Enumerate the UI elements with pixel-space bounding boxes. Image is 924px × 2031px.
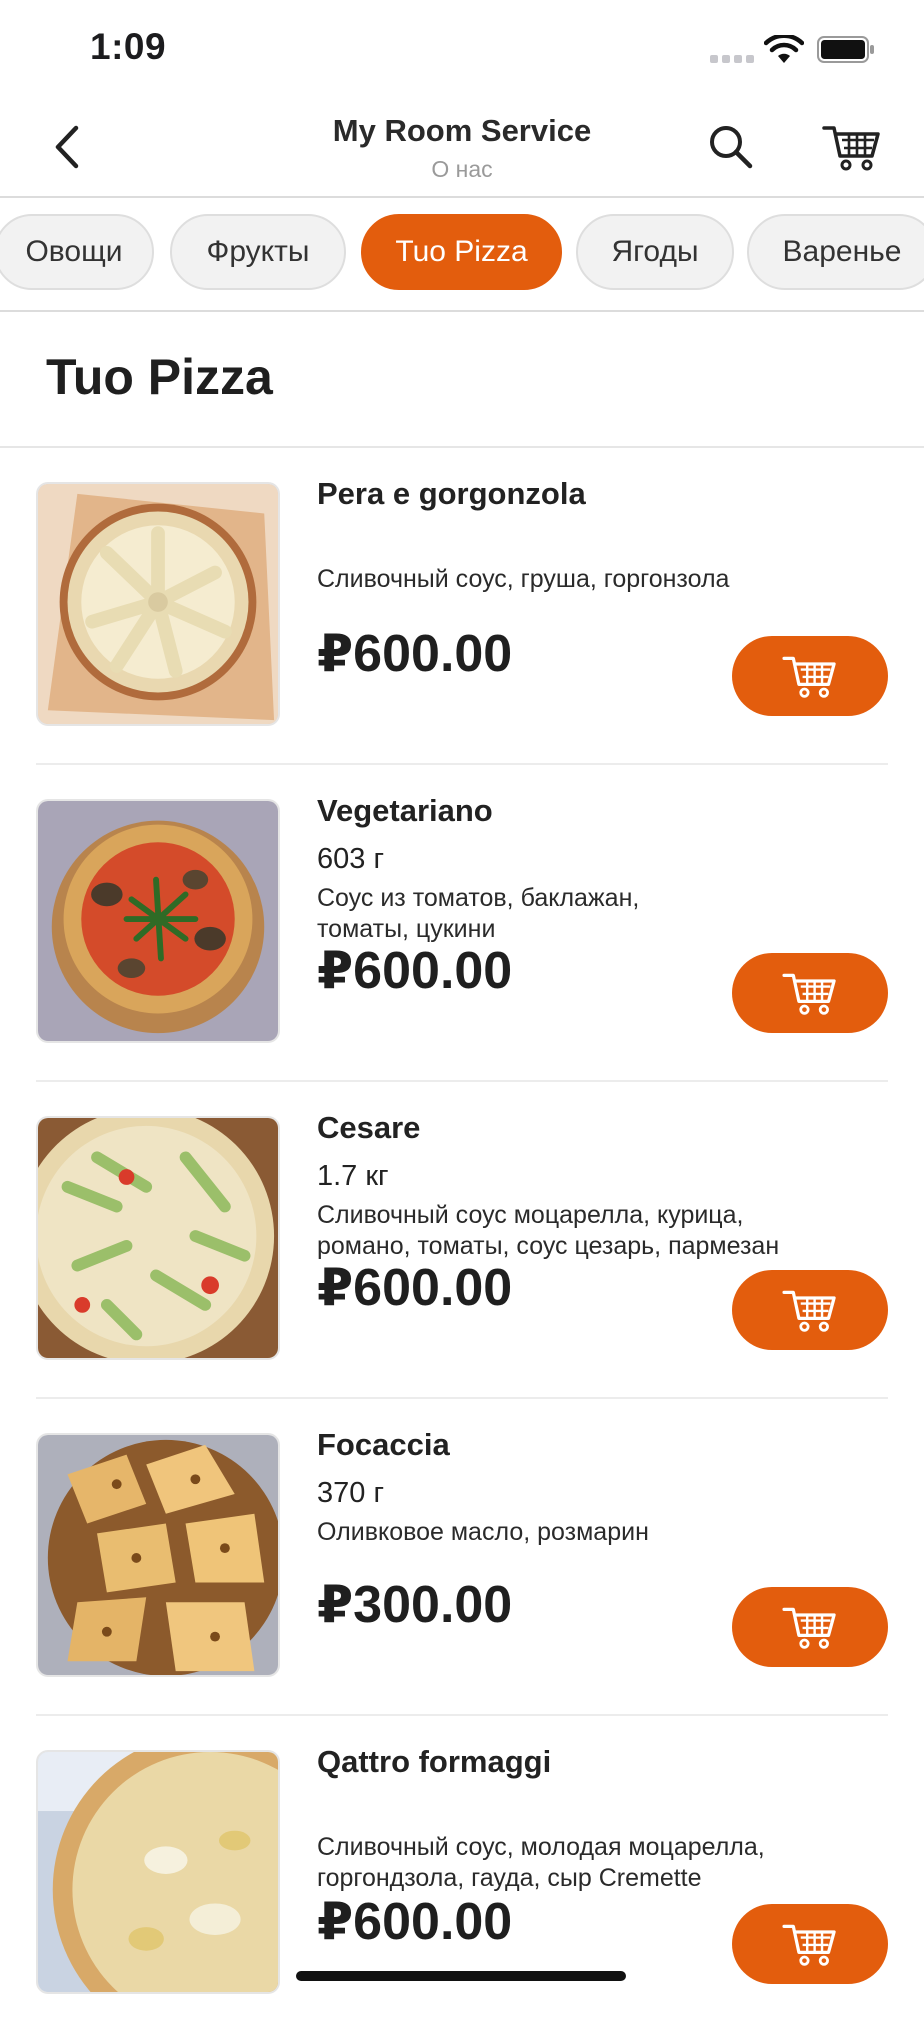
product-name: Focaccia [317,1427,450,1462]
product-name: Vegetariano [317,793,493,828]
product-card[interactable]: Cesare 1.7 кг Сливочный соус моцарелла, … [36,1080,888,1399]
page-title: My Room Service [332,113,592,148]
product-price: ₽600.00 [317,1259,513,1317]
product-description: Сливочный соус, груша, горгонзола [317,565,730,593]
product-name: Cesare [317,1110,421,1145]
product-image [36,1750,280,1994]
product-card[interactable]: Qattro formaggi Сливочный соус, молодая … [36,1714,888,2031]
status-bar: 1:09 [0,0,924,100]
product-price: ₽600.00 [317,942,513,1000]
section-title: Tuo Pizza [46,349,273,405]
category-chip-jam[interactable]: Варенье [747,214,924,290]
product-card[interactable]: Pera e gorgonzola Сливочный соус, груша,… [36,446,888,765]
category-tabs: Овощи Фрукты Tuo Pizza Ягоды Варенье [0,196,924,312]
cart-icon [782,1924,836,1966]
product-description: Соус из томатов, баклажан, томаты, цукин… [317,884,640,943]
product-description: Сливочный соус моцарелла, курица, романо… [317,1201,780,1260]
navigation-bar: My Room Service О нас [0,100,924,198]
category-chip-berries[interactable]: Ягоды [576,214,734,290]
add-to-cart-button[interactable] [732,1270,888,1350]
product-weight: 370 г [317,1477,385,1509]
wifi-icon [764,35,804,63]
product-weight: 1.7 кг [317,1160,389,1192]
product-name: Pera e gorgonzola [317,476,586,511]
cart-icon [782,656,836,698]
add-to-cart-button[interactable] [732,1587,888,1667]
product-price: ₽600.00 [317,625,513,683]
cart-icon [782,1290,836,1332]
section-header: Tuo Pizza [0,312,924,448]
product-description: Сливочный соус, молодая моцарелла, горго… [317,1833,765,1892]
product-description: Оливковое масло, розмарин [317,1518,649,1546]
product-card[interactable]: Vegetariano 603 г Соус из томатов, бакла… [36,763,888,1082]
product-image [36,482,280,726]
category-chip-tuo-pizza[interactable]: Tuo Pizza [361,214,562,290]
product-image [36,799,280,1043]
search-icon[interactable] [706,122,756,172]
add-to-cart-button[interactable] [732,1904,888,1984]
cart-icon [782,973,836,1015]
cart-icon[interactable] [822,120,882,174]
add-to-cart-button[interactable] [732,953,888,1033]
add-to-cart-button[interactable] [732,636,888,716]
page-subtitle-link[interactable]: О нас [0,156,924,183]
product-image [36,1433,280,1677]
product-price: ₽300.00 [317,1576,513,1634]
product-image [36,1116,280,1360]
product-price: ₽600.00 [317,1893,513,1951]
status-time: 1:09 [90,26,167,67]
product-weight: 603 г [317,843,385,875]
battery-icon [817,36,874,63]
cellular-signal-icon [710,55,754,63]
product-name: Qattro formaggi [317,1744,552,1779]
cart-icon [782,1607,836,1649]
category-chip-vegetables[interactable]: Овощи [0,214,154,290]
product-card[interactable]: Focaccia 370 г Оливковое масло, розмарин… [36,1397,888,1716]
home-indicator[interactable] [296,1971,626,1981]
category-chip-fruits[interactable]: Фрукты [170,214,346,290]
